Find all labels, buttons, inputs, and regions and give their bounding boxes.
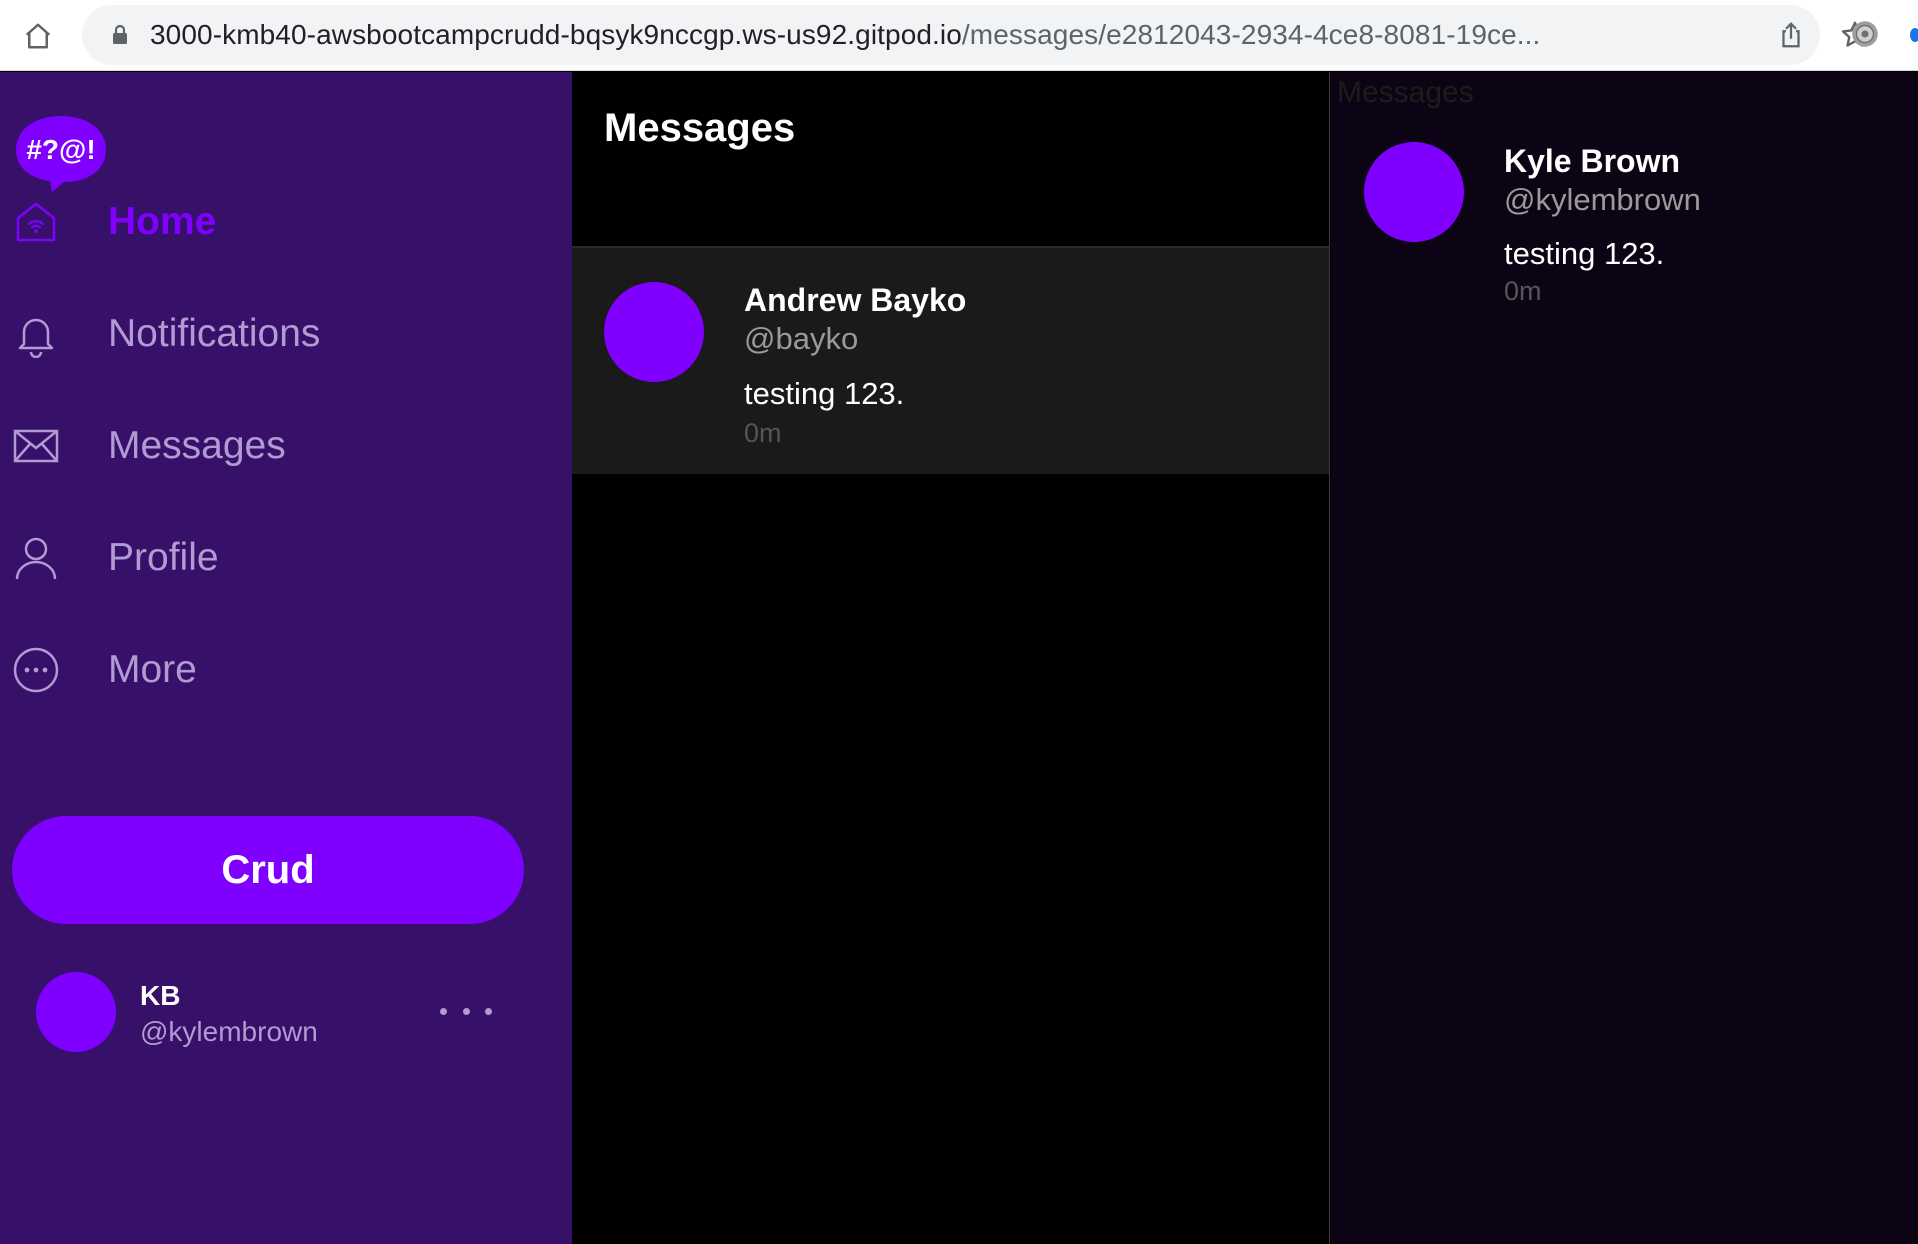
user-more-icon[interactable]	[440, 996, 492, 1026]
home-icon[interactable]	[18, 16, 58, 56]
avatar[interactable]	[36, 972, 116, 1052]
nav-label-notifications: Notifications	[108, 312, 321, 355]
share-icon[interactable]	[1776, 20, 1806, 50]
conversation-heading: Messages	[1337, 76, 1474, 109]
browser-toolbar: 3000-kmb40-awsbootcampcrudd-bqsyk9nccgp.…	[0, 0, 1918, 71]
more-circle-icon	[13, 647, 59, 693]
user-handle: @kylembrown	[140, 1016, 318, 1047]
nav-item-more[interactable]: More	[0, 635, 540, 705]
avatar[interactable]	[604, 282, 704, 382]
nav-item-profile[interactable]: Profile	[0, 523, 540, 593]
message-display-name: Kyle Brown	[1504, 143, 1681, 179]
group-timestamp: 0m	[744, 418, 782, 448]
avatar[interactable]	[1364, 142, 1464, 242]
bell-icon	[18, 318, 54, 358]
message-body: testing 123.	[1504, 236, 1665, 271]
nav-label-home: Home	[108, 200, 217, 243]
envelope-icon	[13, 429, 59, 463]
url-text[interactable]: 3000-kmb40-awsbootcampcrudd-bqsyk9nccgp.…	[150, 5, 1670, 65]
nav-item-messages[interactable]: Messages	[0, 411, 540, 481]
nav-item-home[interactable]: Home	[0, 187, 540, 257]
page-title: Messages	[604, 106, 796, 150]
nav-label-profile: Profile	[108, 536, 219, 579]
message-group-item[interactable]: Andrew Bayko @bayko testing 123. 0m	[572, 248, 1329, 474]
app-logo[interactable]: #?@!	[12, 112, 110, 194]
group-handle: @bayko	[744, 321, 859, 356]
nav-label-messages: Messages	[108, 424, 286, 467]
url-host: 3000-kmb40-awsbootcampcrudd-bqsyk9nccgp.…	[150, 19, 962, 50]
nav-item-notifications[interactable]: Notifications	[0, 299, 540, 369]
message-groups-feed: Messages Andrew Bayko @bayko testing 123…	[572, 72, 1330, 1244]
crud-button[interactable]: Crud	[12, 816, 524, 924]
person-icon	[15, 537, 57, 580]
user-display-name: KB	[140, 980, 181, 1011]
address-bar[interactable]: 3000-kmb40-awsbootcampcrudd-bqsyk9nccgp.…	[82, 5, 1869, 65]
group-message-preview: testing 123.	[744, 376, 905, 411]
lock-icon	[113, 24, 127, 44]
extension-gear-icon[interactable]	[1848, 17, 1882, 51]
logo-text: #?@!	[26, 134, 95, 165]
url-path: /messages/e2812043-2934-4ce8-8081-19ce..…	[961, 19, 1541, 50]
conversation-panel: Messages Kyle Brown @kylembrown testing …	[1331, 72, 1918, 1244]
group-display-name: Andrew Bayko	[744, 282, 967, 318]
nav-label-more: More	[108, 648, 197, 691]
home-icon	[16, 202, 56, 242]
message-handle: @kylembrown	[1504, 182, 1701, 217]
current-user[interactable]: KB @kylembrown	[0, 972, 540, 1082]
profile-edge-indicator	[1910, 28, 1918, 42]
message-timestamp: 0m	[1504, 276, 1542, 306]
sidebar: #?@! Home Notifications Messages Profile	[0, 72, 572, 1244]
